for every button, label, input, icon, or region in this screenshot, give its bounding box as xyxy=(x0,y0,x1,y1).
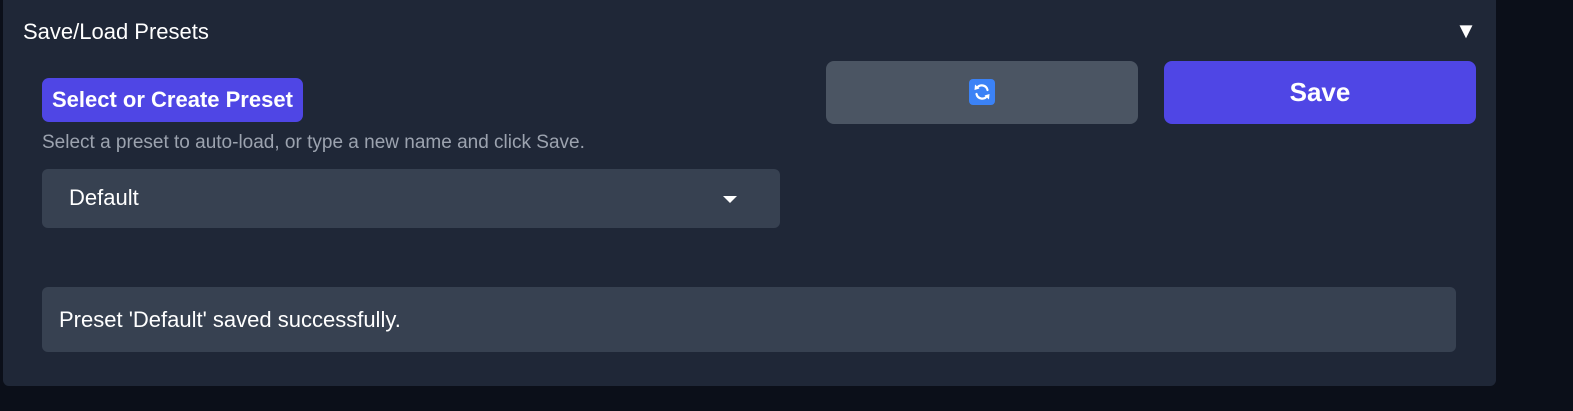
save-button[interactable]: Save xyxy=(1164,61,1476,124)
preset-hint: Select a preset to auto-load, or type a … xyxy=(42,132,585,153)
status-message-box: Preset 'Default' saved successfully. xyxy=(42,287,1456,352)
collapse-icon[interactable]: ▼ xyxy=(1455,19,1477,43)
preset-dropdown-value[interactable]: Default xyxy=(69,185,139,211)
panel-title[interactable]: Save/Load Presets xyxy=(23,19,209,45)
save-load-presets-panel: Save/Load Presets ▼ Select or Create Pre… xyxy=(3,0,1496,386)
refresh-icon xyxy=(969,79,995,105)
refresh-button[interactable] xyxy=(826,61,1138,124)
status-message: Preset 'Default' saved successfully. xyxy=(59,307,401,332)
preset-label: Select or Create Preset xyxy=(42,78,303,122)
chevron-down-icon[interactable] xyxy=(723,196,737,203)
preset-dropdown[interactable]: Default xyxy=(42,169,780,228)
